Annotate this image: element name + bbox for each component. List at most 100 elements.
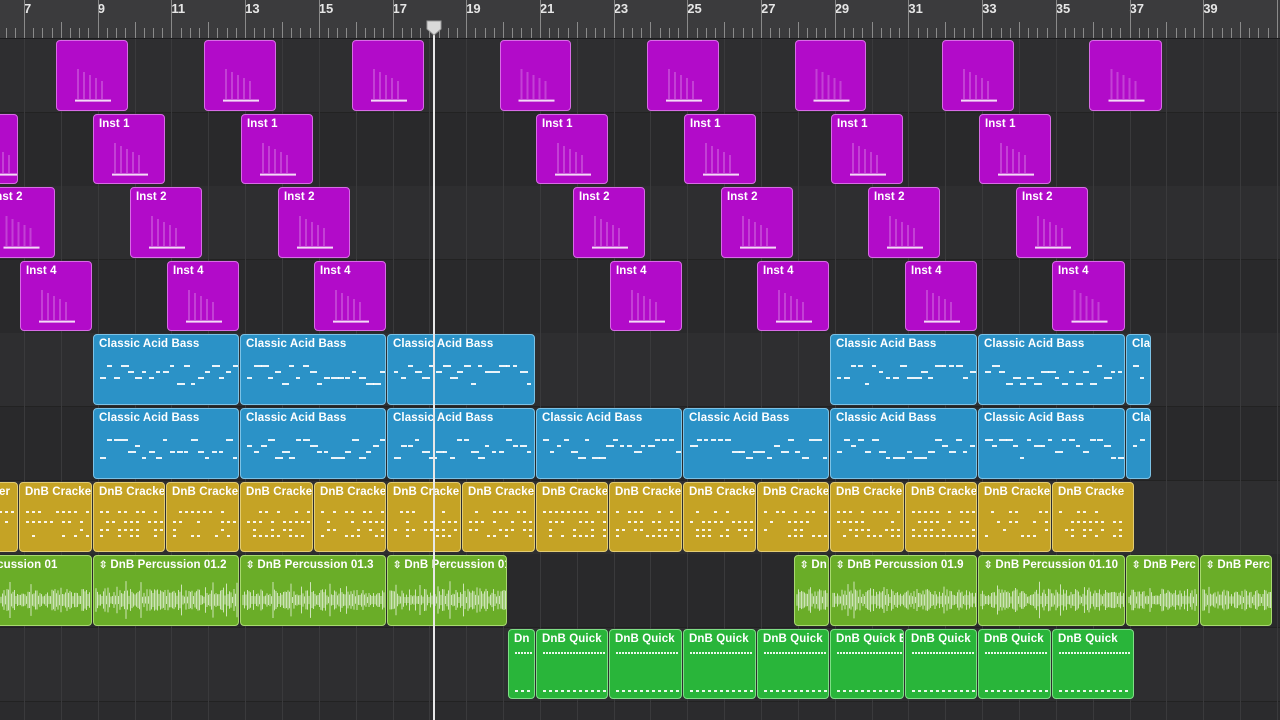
midi-region[interactable]: Inst 1 bbox=[536, 113, 608, 185]
midi-region[interactable]: Classic Acid Bass bbox=[240, 408, 386, 479]
note-preview bbox=[666, 69, 702, 102]
audio-region[interactable]: ⇳ DnB Percussion 01.3 bbox=[240, 555, 386, 626]
midi-region[interactable]: Classic Acid Bass bbox=[978, 408, 1125, 479]
midi-region[interactable]: DnB Quick bbox=[536, 628, 608, 700]
midi-region[interactable]: DnB Cracker bbox=[830, 481, 904, 553]
midi-region[interactable]: Inst 2 bbox=[1016, 187, 1088, 258]
ruler-tick bbox=[577, 22, 578, 38]
midi-region[interactable]: Classic Acid Bass bbox=[387, 408, 535, 479]
midi-region[interactable]: DnB Quick bbox=[1052, 628, 1134, 700]
ruler-tick bbox=[402, 28, 403, 38]
midi-region[interactable]: DnB Quick bbox=[757, 628, 829, 700]
midi-region[interactable]: Classic Acid Bass bbox=[830, 334, 977, 405]
midi-region[interactable] bbox=[500, 40, 571, 111]
midi-region[interactable]: DnB Cracke bbox=[19, 481, 92, 553]
midi-region[interactable] bbox=[56, 40, 128, 111]
midi-region[interactable]: DnB Cracke bbox=[683, 481, 756, 553]
midi-region[interactable]: Inst 1 bbox=[831, 113, 903, 185]
ruler-tick bbox=[540, 0, 541, 38]
midi-region[interactable]: Inst 4 bbox=[1052, 260, 1125, 332]
tracks-area[interactable]: Inst 1 Inst 1 Inst 1 Inst 1 Inst 1 Inst 1 Inst… bbox=[0, 39, 1280, 720]
midi-region[interactable] bbox=[1089, 40, 1162, 111]
midi-region[interactable]: Inst 4 bbox=[167, 260, 239, 332]
ruler-tick bbox=[393, 0, 394, 38]
ruler-tick bbox=[816, 28, 817, 38]
midi-region[interactable]: DnB Cracke bbox=[536, 481, 608, 553]
midi-region[interactable]: Inst 1 bbox=[979, 113, 1051, 185]
midi-region[interactable]: DnB Cracke bbox=[609, 481, 682, 553]
note-preview bbox=[813, 69, 850, 102]
midi-region[interactable]: DnB Quick B bbox=[830, 628, 904, 700]
midi-region[interactable]: Inst 1 bbox=[241, 113, 313, 185]
audio-region[interactable]: ercussion 01 bbox=[0, 555, 92, 626]
midi-region[interactable]: DnB Cracke bbox=[462, 481, 535, 553]
midi-region[interactable]: Classic Acid Bass bbox=[93, 334, 239, 405]
midi-region[interactable]: Classic Acid Bass bbox=[387, 334, 535, 405]
midi-region[interactable]: Inst 1 bbox=[93, 113, 165, 185]
midi-region[interactable]: DnB Cracke bbox=[905, 481, 977, 553]
midi-region[interactable]: Classic Acid Bass bbox=[93, 408, 239, 479]
audio-region[interactable]: ⇳ DnB Perc bbox=[1200, 555, 1272, 626]
ruler-tick bbox=[724, 22, 725, 38]
region-name: Inst 4 bbox=[616, 264, 647, 277]
midi-region[interactable]: Classic Acid Bass bbox=[830, 408, 977, 479]
midi-region[interactable]: Inst 2 bbox=[0, 187, 55, 258]
midi-region[interactable] bbox=[204, 40, 276, 111]
midi-region[interactable]: DnB Cracke bbox=[166, 481, 239, 553]
audio-region[interactable]: ⇳ DnB Percussion 01.2 bbox=[93, 555, 239, 626]
midi-region[interactable]: Dn bbox=[508, 628, 535, 700]
audio-region[interactable]: ⇳ DnB Percussion 01.10 bbox=[978, 555, 1125, 626]
ruler-tick bbox=[42, 28, 43, 38]
midi-region[interactable]: DnB Cracke bbox=[978, 481, 1051, 553]
midi-region[interactable]: DnB Cracke bbox=[1052, 481, 1134, 553]
midi-region[interactable]: DnB Quick bbox=[683, 628, 756, 700]
midi-region[interactable]: Classic Acid Bass bbox=[536, 408, 682, 479]
playhead-handle-icon[interactable] bbox=[426, 20, 442, 36]
audio-region[interactable]: ⇳ DnB Percussion 01 bbox=[387, 555, 507, 626]
midi-region[interactable]: Cla bbox=[1126, 334, 1151, 405]
midi-region[interactable]: DnB Quick bbox=[609, 628, 682, 700]
midi-region[interactable]: Inst 4 bbox=[610, 260, 682, 332]
midi-region[interactable] bbox=[795, 40, 866, 111]
midi-region[interactable]: Inst 1 bbox=[684, 113, 756, 185]
track-lane[interactable] bbox=[0, 112, 1280, 187]
ruler-tick bbox=[872, 22, 873, 38]
midi-region[interactable]: DnB Cracke bbox=[314, 481, 386, 553]
midi-region[interactable]: DnB Cracke bbox=[93, 481, 165, 553]
midi-region[interactable]: Classic Acid Bass bbox=[240, 334, 386, 405]
region-name: Classic Acid Bass bbox=[99, 412, 200, 424]
midi-region[interactable]: Inst 2 bbox=[868, 187, 940, 258]
midi-region[interactable]: Cla bbox=[1126, 408, 1151, 479]
midi-region[interactable]: Inst 2 bbox=[130, 187, 202, 258]
region-name: DnB Cracke bbox=[246, 485, 313, 498]
audio-region[interactable]: ⇳ DnB Perc bbox=[1126, 555, 1199, 626]
midi-region[interactable]: Classic Acid Bass bbox=[978, 334, 1125, 405]
midi-region[interactable]: DnB Cracke bbox=[757, 481, 829, 553]
midi-region[interactable] bbox=[352, 40, 424, 111]
midi-region[interactable] bbox=[0, 113, 18, 185]
midi-region[interactable]: DnB Cracke bbox=[240, 481, 313, 553]
midi-region[interactable]: Inst 4 bbox=[314, 260, 386, 332]
midi-region[interactable]: DnB Cracker bbox=[387, 481, 461, 553]
midi-region[interactable]: Inst 4 bbox=[757, 260, 829, 332]
midi-region[interactable]: DnB Quick bbox=[905, 628, 977, 700]
playhead[interactable] bbox=[433, 24, 435, 720]
midi-region[interactable]: Inst 2 bbox=[278, 187, 350, 258]
audio-region[interactable]: ⇳ Dn bbox=[794, 555, 829, 626]
midi-region[interactable]: DnB Quick bbox=[978, 628, 1051, 700]
midi-region[interactable]: Inst 2 bbox=[721, 187, 793, 258]
track-lane[interactable] bbox=[0, 39, 1280, 113]
midi-region[interactable]: Inst 2 bbox=[573, 187, 645, 258]
ruler-tick bbox=[135, 22, 136, 38]
ruler-tick bbox=[1176, 28, 1177, 38]
audio-region[interactable]: ⇳ DnB Percussion 01.9 bbox=[830, 555, 977, 626]
midi-region[interactable] bbox=[942, 40, 1014, 111]
timeline-ruler[interactable]: 7 9 11 13 15 17 19 21 23 25 27 29 31 33 35 37 39 bbox=[0, 0, 1280, 39]
midi-region[interactable]: Inst 4 bbox=[20, 260, 92, 332]
region-name: Inst 1 bbox=[985, 117, 1016, 130]
midi-region[interactable]: Inst 4 bbox=[905, 260, 977, 332]
midi-region[interactable]: Classic Acid Bass bbox=[683, 408, 829, 479]
midi-region[interactable]: cker bbox=[0, 481, 18, 553]
region-name: Inst 4 bbox=[320, 264, 351, 277]
midi-region[interactable] bbox=[647, 40, 719, 111]
